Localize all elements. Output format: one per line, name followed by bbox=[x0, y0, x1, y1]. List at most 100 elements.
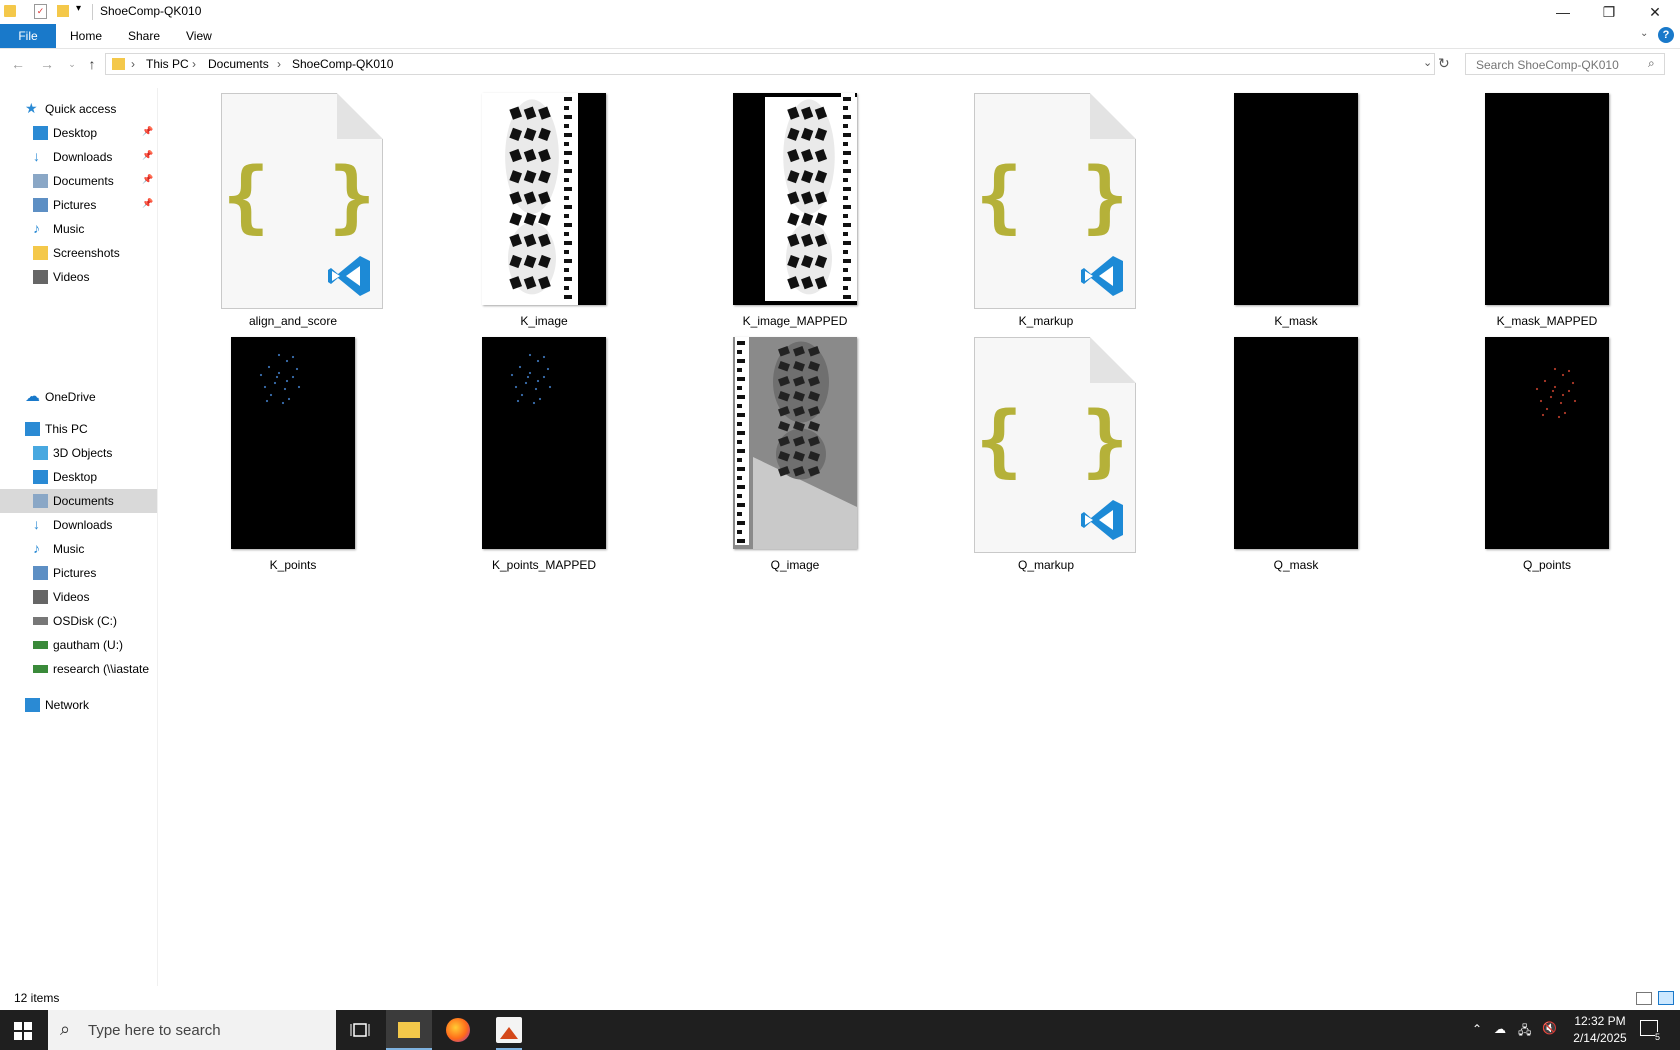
nav-pc-music[interactable]: ♪ Music bbox=[0, 537, 157, 561]
clock-date[interactable]: 2/14/2025 bbox=[1570, 1031, 1630, 1045]
breadcrumb-documents[interactable]: Documents bbox=[208, 57, 269, 71]
properties-icon[interactable]: ✓ bbox=[34, 4, 47, 19]
onedrive-tray-icon[interactable]: ☁ bbox=[1494, 1022, 1506, 1036]
file-item[interactable]: { } align_and_score bbox=[198, 88, 388, 328]
braces-glyph: { } bbox=[222, 152, 382, 242]
close-button[interactable]: ✕ bbox=[1632, 0, 1678, 24]
taskbar-search-box[interactable]: ⌕ Type here to search bbox=[48, 1010, 336, 1050]
vscode-icon bbox=[1081, 498, 1125, 542]
details-view-icon[interactable] bbox=[1636, 992, 1652, 1005]
nav-item-label: Music bbox=[53, 222, 85, 236]
nav-this-pc[interactable]: This PC bbox=[0, 417, 157, 441]
file-item[interactable]: K_image bbox=[449, 88, 639, 328]
file-explorer-taskbar-button[interactable] bbox=[386, 1010, 432, 1050]
windows-start-icon[interactable] bbox=[14, 1022, 32, 1043]
nav-item-label: Pictures bbox=[53, 566, 97, 580]
network-tray-icon[interactable]: 🖧 bbox=[1518, 1021, 1531, 1042]
nav-quick-videos[interactable]: Videos bbox=[0, 265, 157, 289]
downloads-icon: ↓ bbox=[33, 516, 40, 532]
task-view-icon[interactable] bbox=[350, 1020, 370, 1040]
nav-network[interactable]: Network bbox=[0, 693, 157, 717]
nav-quick-documents[interactable]: Documents 📌 bbox=[0, 169, 157, 193]
address-dropdown-chevron-icon[interactable]: ⌄ bbox=[1423, 56, 1432, 69]
nav-quick-screenshots[interactable]: Screenshots bbox=[0, 241, 157, 265]
file-item[interactable]: K_mask_MAPPED bbox=[1452, 88, 1642, 328]
file-item[interactable]: { } Q_markup bbox=[951, 332, 1141, 572]
minimize-button[interactable]: — bbox=[1540, 0, 1586, 24]
file-item[interactable]: K_points bbox=[198, 332, 388, 572]
back-arrow-icon[interactable]: ← bbox=[8, 54, 28, 74]
page-corner bbox=[1090, 93, 1136, 139]
tab-home[interactable]: Home bbox=[56, 24, 116, 48]
help-icon[interactable]: ? bbox=[1658, 27, 1674, 43]
file-name: Q_mask bbox=[1273, 558, 1319, 572]
taskbar-search-placeholder: Type here to search bbox=[88, 1022, 221, 1039]
tab-share[interactable]: Share bbox=[114, 24, 174, 48]
volume-muted-icon[interactable]: 🔇 bbox=[1542, 1021, 1557, 1035]
nav-pc-gautham-u[interactable]: gautham (U:) bbox=[0, 633, 157, 657]
documents-icon bbox=[33, 174, 48, 188]
search-icon[interactable]: ⌕ bbox=[1648, 56, 1655, 71]
new-folder-icon[interactable] bbox=[57, 5, 69, 17]
show-hidden-icons-icon[interactable]: ⌃ bbox=[1472, 1022, 1482, 1036]
nav-pc-research-iastate-e[interactable]: research (\\iastate.e bbox=[0, 657, 157, 681]
file-name: K_mask bbox=[1274, 314, 1318, 328]
file-item[interactable]: Q_image bbox=[700, 332, 890, 572]
forward-arrow-icon[interactable]: → bbox=[37, 54, 57, 74]
tab-view[interactable]: View bbox=[172, 24, 226, 48]
nav-quick-music[interactable]: ♪ Music bbox=[0, 217, 157, 241]
file-name: K_image bbox=[520, 314, 568, 328]
file-name: Q_markup bbox=[1017, 558, 1075, 572]
title-bar: ✓ ▾ ShoeComp-QK010 — ❐ ✕ bbox=[0, 0, 1680, 24]
network-drive-icon bbox=[33, 665, 48, 673]
navigation-row: ← → ⌄ ↑ › This PC › Documents › ShoeComp… bbox=[0, 50, 1680, 78]
file-item[interactable]: K_image_MAPPED bbox=[700, 88, 890, 328]
nav-onedrive[interactable]: ☁ OneDrive bbox=[0, 385, 157, 409]
up-arrow-icon[interactable]: ↑ bbox=[82, 54, 102, 74]
nav-pc-downloads[interactable]: ↓ Downloads bbox=[0, 513, 157, 537]
file-item[interactable]: { } K_markup bbox=[951, 88, 1141, 328]
nav-quick-desktop[interactable]: Desktop 📌 bbox=[0, 121, 157, 145]
nav-item-label: Network bbox=[45, 698, 90, 712]
pin-icon: 📌 bbox=[142, 126, 154, 136]
file-name: Q_image bbox=[770, 558, 820, 572]
breadcrumb-current-folder[interactable]: ShoeComp-QK010 bbox=[292, 57, 393, 71]
nav-pc-desktop[interactable]: Desktop bbox=[0, 465, 157, 489]
nav-pc-3d-objects[interactable]: 3D Objects bbox=[0, 441, 157, 465]
desktop-icon bbox=[33, 470, 48, 484]
points-image-thumbnail bbox=[482, 337, 606, 549]
file-item[interactable]: K_points_MAPPED bbox=[449, 332, 639, 572]
nav-pc-documents[interactable]: Documents bbox=[0, 489, 157, 513]
nav-item-label: Downloads bbox=[53, 150, 113, 164]
recent-locations-chevron-icon[interactable]: ⌄ bbox=[62, 54, 82, 74]
file-explorer-icon bbox=[398, 1022, 420, 1038]
file-item[interactable]: Q_points bbox=[1452, 332, 1642, 572]
large-icons-view-icon[interactable] bbox=[1658, 991, 1674, 1005]
search-box[interactable]: ⌕ bbox=[1465, 53, 1665, 75]
mask-image-thumbnail bbox=[1234, 337, 1358, 549]
expand-ribbon-chevron-icon[interactable]: ⌄ bbox=[1640, 28, 1648, 39]
nav-quick-pictures[interactable]: Pictures 📌 bbox=[0, 193, 157, 217]
nav-quick-downloads[interactable]: ↓ Downloads 📌 bbox=[0, 145, 157, 169]
clock-time[interactable]: 12:32 PM bbox=[1570, 1014, 1630, 1028]
nav-quick-access[interactable]: ★ Quick access bbox=[0, 97, 157, 121]
page-corner bbox=[1090, 337, 1136, 383]
matlab-icon[interactable] bbox=[496, 1017, 522, 1043]
breadcrumb-this-pc[interactable]: This PC bbox=[146, 57, 189, 71]
vscode-icon bbox=[328, 254, 372, 298]
refresh-icon[interactable]: ↻ bbox=[1438, 55, 1450, 72]
restore-button[interactable]: ❐ bbox=[1586, 0, 1632, 24]
nav-pc-pictures[interactable]: Pictures bbox=[0, 561, 157, 585]
nav-pc-videos[interactable]: Videos bbox=[0, 585, 157, 609]
firefox-icon[interactable] bbox=[446, 1018, 470, 1042]
this-pc-icon bbox=[25, 422, 40, 436]
nav-pc-osdisk-c[interactable]: OSDisk (C:) bbox=[0, 609, 157, 633]
nav-item-label: Pictures bbox=[53, 198, 97, 212]
customize-qat-chevron-icon[interactable]: ▾ bbox=[76, 3, 81, 14]
tab-file[interactable]: File bbox=[0, 24, 56, 48]
pin-icon: 📌 bbox=[142, 150, 154, 160]
file-item[interactable]: K_mask bbox=[1201, 88, 1391, 328]
address-bar[interactable]: › This PC › Documents › ShoeComp-QK010 ⌄ bbox=[105, 53, 1435, 75]
file-item[interactable]: Q_mask bbox=[1201, 332, 1391, 572]
search-input[interactable] bbox=[1474, 57, 1648, 73]
